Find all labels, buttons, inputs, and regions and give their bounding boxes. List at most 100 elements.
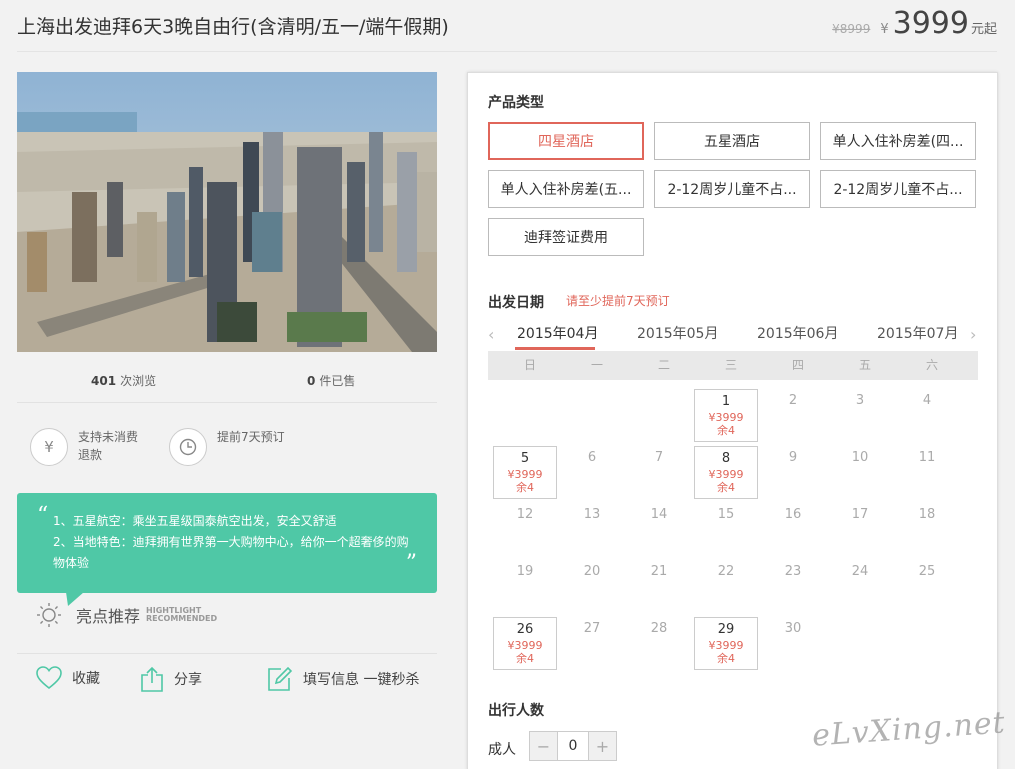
highlights-box: “ 1、五星航空：乘坐五星级国泰航空出发，安全又舒适 2、当地特色：迪拜拥有世界…: [17, 493, 437, 593]
day-remaining: 余4: [516, 481, 534, 494]
favorite-button[interactable]: 收藏: [36, 666, 100, 690]
month-tab[interactable]: 2015年07月: [877, 323, 958, 343]
header-divider: [17, 51, 997, 52]
day-number: 7: [654, 450, 664, 465]
feature-refund: ¥ 支持未消费退款: [30, 428, 148, 466]
day-number: 24: [851, 564, 869, 579]
day-number: 18: [918, 507, 936, 522]
month-selector: ‹ 2015年04月 2015年05月 2015年06月 2015年07月 ›: [488, 323, 978, 351]
day-price: ¥3999: [708, 468, 744, 481]
product-option[interactable]: 四星酒店: [488, 122, 644, 160]
day-price: ¥3999: [708, 411, 744, 424]
product-option[interactable]: 单人入住补房差(五...: [488, 170, 644, 208]
day-price: ¥3999: [507, 639, 543, 652]
weekday-header: 日 一 二 三 四 五 六: [488, 351, 978, 380]
currency-symbol: ¥: [880, 22, 889, 37]
day-number: 1: [721, 394, 731, 409]
day-remaining: 余4: [717, 652, 735, 665]
calendar-day: 10: [828, 446, 892, 499]
day-number: 27: [583, 621, 601, 636]
calendar-day-available[interactable]: 29 ¥3999 余4: [694, 617, 758, 670]
month-tab[interactable]: 2015年04月: [517, 323, 598, 343]
calendar-day: 11: [895, 446, 959, 499]
product-option[interactable]: 2-12周岁儿童不占...: [820, 170, 976, 208]
calendar-day: 17: [828, 503, 892, 556]
calendar-day: 15: [694, 503, 758, 556]
weekday: 一: [590, 358, 603, 372]
departure-date-title: 出发日期: [488, 295, 544, 311]
adult-stepper: − 0 +: [529, 731, 617, 761]
decrement-button[interactable]: −: [530, 732, 557, 760]
day-remaining: 余4: [717, 424, 735, 437]
chevron-right-icon[interactable]: ›: [970, 325, 976, 344]
month-tab[interactable]: 2015年05月: [637, 323, 718, 343]
divider: [17, 653, 437, 654]
day-number: 2: [788, 393, 798, 408]
day-number: 30: [784, 621, 802, 636]
product-option[interactable]: 单人入住补房差(四...: [820, 122, 976, 160]
calendar-day: 28: [627, 617, 691, 670]
calendar-day: 30: [761, 617, 825, 670]
day-price: ¥3999: [507, 468, 543, 481]
calendar-day: 23: [761, 560, 825, 613]
price-suffix: 元起: [970, 22, 997, 37]
day-number: 3: [855, 393, 865, 408]
day-number: 14: [650, 507, 668, 522]
booking-panel: 产品类型 四星酒店 五星酒店 单人入住补房差(四... 单人入住补房差(五...…: [467, 72, 998, 769]
calendar-day: 9: [761, 446, 825, 499]
month-tab[interactable]: 2015年06月: [757, 323, 838, 343]
increment-button[interactable]: +: [589, 732, 616, 760]
calendar-day: 25: [895, 560, 959, 613]
original-price: ¥8999: [832, 22, 871, 36]
day-number: 16: [784, 507, 802, 522]
calendar-day: 24: [828, 560, 892, 613]
day-number: 6: [587, 450, 597, 465]
product-option[interactable]: 五星酒店: [654, 122, 810, 160]
view-count: 401 次浏览: [91, 374, 157, 388]
clock-icon: [169, 428, 207, 466]
current-price: 3999: [892, 6, 969, 41]
close-quote-icon: ”: [405, 551, 417, 576]
edit-icon: [268, 666, 293, 691]
day-number: 8: [721, 451, 731, 466]
calendar-day: 22: [694, 560, 758, 613]
yen-circle-icon: ¥: [30, 428, 68, 466]
share-icon: [141, 666, 163, 692]
calendar-day-available[interactable]: 26 ¥3999 余4: [493, 617, 557, 670]
sun-icon: [37, 603, 61, 627]
adult-count[interactable]: 0: [557, 732, 589, 760]
day-number: 9: [788, 450, 798, 465]
day-number: 15: [717, 507, 735, 522]
divider: [17, 402, 437, 403]
product-stats: 401 次浏览 0 件已售: [17, 372, 437, 388]
day-number: 11: [918, 450, 936, 465]
day-number: 20: [583, 564, 601, 579]
share-button[interactable]: 分享: [140, 666, 202, 692]
weekday: 日: [523, 358, 536, 372]
fill-info-button[interactable]: 填写信息 一键秒杀: [267, 666, 419, 692]
highlight-title: 亮点推荐: [76, 607, 141, 626]
highlight-title-en: HIGHTLIGHT RECOMMENDED: [146, 606, 218, 623]
calendar-day-available[interactable]: 8 ¥3999 余4: [694, 446, 758, 499]
calendar-day: 27: [560, 617, 624, 670]
day-number: 25: [918, 564, 936, 579]
page-title: 上海出发迪拜6天3晚自由行(含清明/五一/端午假期): [17, 16, 449, 38]
day-number: 21: [650, 564, 668, 579]
calendar-day: 18: [895, 503, 959, 556]
day-remaining: 余4: [516, 652, 534, 665]
open-quote-icon: “: [37, 503, 49, 528]
calendar-day-available[interactable]: 5 ¥3999 余4: [493, 446, 557, 499]
day-number: 12: [516, 507, 534, 522]
selected-month-underline: [515, 347, 595, 350]
weekday: 三: [724, 358, 737, 372]
product-option[interactable]: 2-12周岁儿童不占...: [654, 170, 810, 208]
product-option[interactable]: 迪拜签证费用: [488, 218, 644, 256]
calendar-day: 12: [493, 503, 557, 556]
calendar-day-available[interactable]: 1 ¥3999 余4: [694, 389, 758, 442]
calendar-day: 21: [627, 560, 691, 613]
highlight-heading: 亮点推荐 HIGHTLIGHT RECOMMENDED: [36, 602, 217, 628]
day-number: 10: [851, 450, 869, 465]
calendar-day: 13: [560, 503, 624, 556]
calendar-day: 20: [560, 560, 624, 613]
chevron-left-icon[interactable]: ‹: [488, 325, 494, 344]
